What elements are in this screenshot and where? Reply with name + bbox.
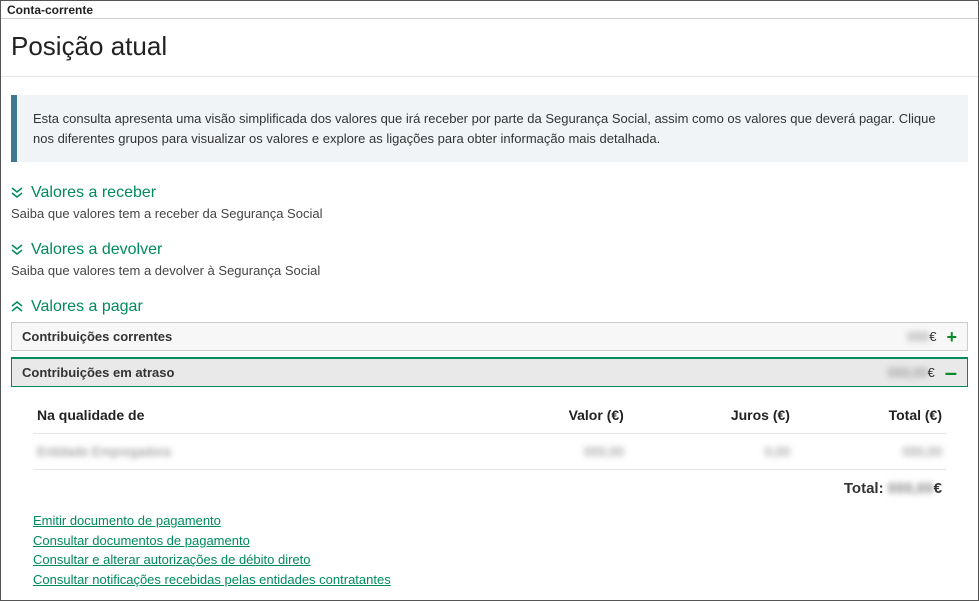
link-consultar-autorizacoes[interactable]: Consultar e alterar autorizações de débi… [33,550,311,570]
chevron-down-double-icon [11,244,27,256]
accordion-detail: Na qualidade de Valor (€) Juros (€) Tota… [11,387,968,597]
section-receber: Valores a receber Saiba que valores tem … [11,184,968,221]
accordion-right: 000,00€ – [888,365,957,380]
total-euro: € [934,480,942,497]
accordion-value: 000,00€ [888,365,935,380]
cell-juros: 0,00 [628,434,794,470]
section-toggle-pagar[interactable]: Valores a pagar [11,298,968,316]
accordion-contribuicoes-atraso[interactable]: Contribuições em atraso 000,00€ – [11,357,968,387]
link-consultar-notificacoes[interactable]: Consultar notificações recebidas pelas e… [33,570,391,590]
section-toggle-devolver[interactable]: Valores a devolver [11,241,968,259]
accordion-label: Contribuições em atraso [22,365,174,380]
section-title: Valores a receber [31,184,156,202]
section-title: Valores a pagar [31,298,143,316]
total-value: 000,00 [888,480,934,497]
cell-total: 000,00 [794,434,946,470]
section-subtitle: Saiba que valores tem a receber da Segur… [11,206,968,221]
chevron-up-double-icon [11,301,27,313]
col-valor: Valor (€) [471,401,628,434]
section-devolver: Valores a devolver Saiba que valores tem… [11,241,968,278]
accordion-value: 000€ [908,329,937,344]
minus-icon[interactable]: – [945,366,957,380]
section-pagar: Valores a pagar [11,298,968,316]
plus-icon[interactable]: + [946,330,957,344]
cell-qualidade: Entidade Empregadora [33,434,471,470]
section-subtitle: Saiba que valores tem a devolver à Segur… [11,263,968,278]
chevron-down-double-icon [11,187,27,199]
content: Posição atual Esta consulta apresenta um… [1,19,978,601]
panel-header: Conta-corrente [1,1,978,19]
col-juros: Juros (€) [628,401,794,434]
page-title: Posição atual [11,31,968,62]
link-consultar-documentos[interactable]: Consultar documentos de pagamento [33,531,250,551]
info-box: Esta consulta apresenta uma visão simpli… [11,95,968,162]
link-emitir-documento[interactable]: Emitir documento de pagamento [33,511,221,531]
detail-table: Na qualidade de Valor (€) Juros (€) Tota… [33,401,946,470]
col-total: Total (€) [794,401,946,434]
cell-valor: 000,00 [471,434,628,470]
accordion-label: Contribuições correntes [22,329,172,344]
table-row: Entidade Empregadora 000,00 0,00 000,00 [33,434,946,470]
accordion-right: 000€ + [908,329,957,344]
accordion-contribuicoes-correntes[interactable]: Contribuições correntes 000€ + [11,322,968,351]
section-toggle-receber[interactable]: Valores a receber [11,184,968,202]
total-line: Total: 000,00€ [33,470,946,511]
col-qualidade: Na qualidade de [33,401,471,434]
divider [1,76,978,77]
action-links: Emitir documento de pagamento Consultar … [33,511,946,589]
section-title: Valores a devolver [31,241,162,259]
panel: Conta-corrente Posição atual Esta consul… [0,0,979,601]
total-label: Total: [844,480,884,497]
